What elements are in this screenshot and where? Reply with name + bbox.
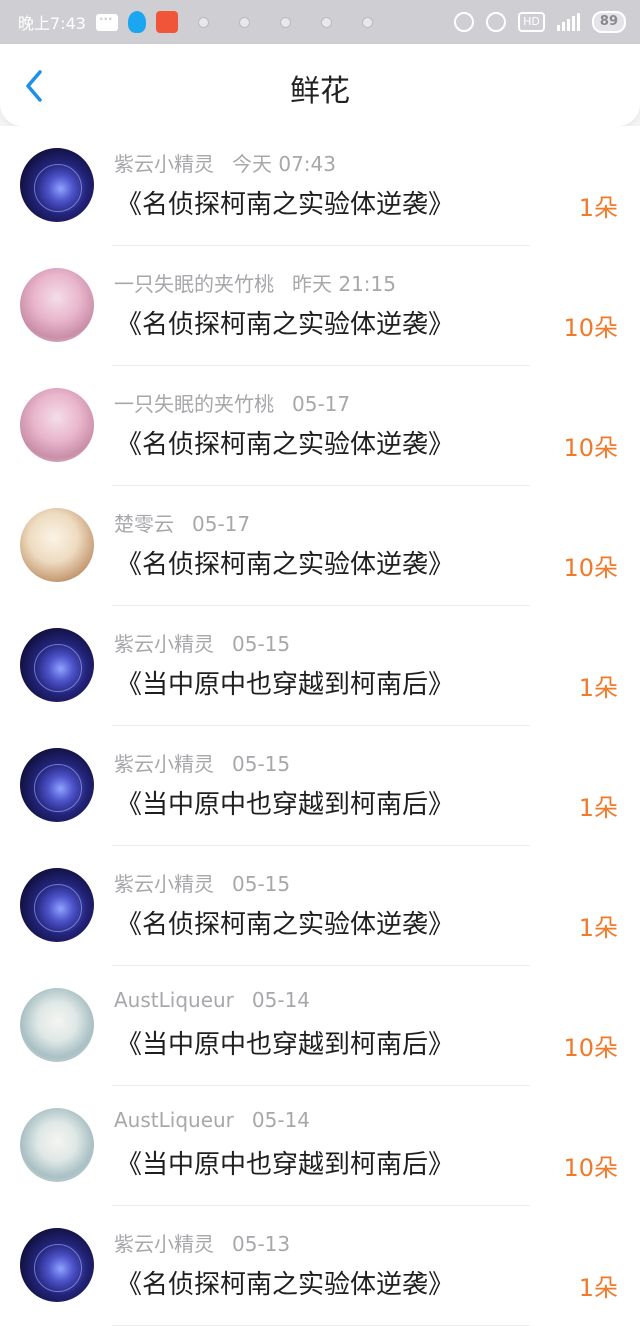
avatar xyxy=(20,868,94,942)
list-item[interactable]: AustLiqueur 05-14 《当中原中也穿越到柯南后》 10朵 xyxy=(0,966,640,1086)
alarm-icon xyxy=(486,12,507,32)
user-name: 紫云小精灵 xyxy=(114,872,214,896)
avatar xyxy=(20,748,94,822)
book-title: 《当中原中也穿越到柯南后》 xyxy=(116,1150,455,1180)
avatar xyxy=(20,508,94,582)
notification-dot-icon xyxy=(361,16,373,28)
record-time: 今天 07:43 xyxy=(232,152,336,176)
flower-amount: 1朵 xyxy=(578,194,618,222)
flower-amount: 10朵 xyxy=(563,1154,618,1182)
list-item[interactable]: 紫云小精灵 05-15 《当中原中也穿越到柯南后》 1朵 xyxy=(0,606,640,726)
flower-amount: 10朵 xyxy=(563,1034,618,1062)
notification-dot-icon xyxy=(279,16,291,28)
record-time: 05-15 xyxy=(232,752,291,776)
book-title: 《名侦探柯南之实验体逆袭》 xyxy=(116,310,455,340)
book-title: 《名侦探柯南之实验体逆袭》 xyxy=(116,550,455,580)
avatar xyxy=(20,628,94,702)
book-title: 《当中原中也穿越到柯南后》 xyxy=(116,1030,455,1060)
list-item[interactable]: 一只失眠的夹竹桃 05-17 《名侦探柯南之实验体逆袭》 10朵 xyxy=(0,366,640,486)
signal-icon xyxy=(556,13,580,31)
record-time: 05-14 xyxy=(251,1108,311,1132)
app-notification-icon xyxy=(155,11,178,33)
record-time: 05-13 xyxy=(232,1232,291,1256)
flower-amount: 1朵 xyxy=(578,794,618,822)
user-name: 紫云小精灵 xyxy=(114,632,214,656)
qq-icon xyxy=(127,11,146,33)
list-item[interactable]: 紫云小精灵 05-13 《名侦探柯南之实验体逆袭》 1朵 xyxy=(0,1206,640,1326)
avatar xyxy=(20,268,94,342)
user-name: 一只失眠的夹竹桃 xyxy=(114,272,274,296)
record-time: 昨天 21:15 xyxy=(292,272,396,296)
avatar xyxy=(20,388,94,462)
list-item[interactable]: 紫云小精灵 今天 07:43 《名侦探柯南之实验体逆袭》 1朵 xyxy=(0,126,640,246)
book-title: 《名侦探柯南之实验体逆袭》 xyxy=(116,910,455,940)
nav-bar: 鲜花 xyxy=(0,44,640,126)
book-title: 《当中原中也穿越到柯南后》 xyxy=(116,670,455,700)
message-icon xyxy=(95,12,118,31)
hd-badge: HD xyxy=(518,12,545,32)
flower-amount: 10朵 xyxy=(563,554,618,582)
list-item[interactable]: 楚零云 05-17 《名侦探柯南之实验体逆袭》 10朵 xyxy=(0,486,640,606)
battery-indicator: 89 xyxy=(591,11,626,33)
flower-amount: 10朵 xyxy=(563,314,618,342)
status-bar: 晚上7:43 HD 89 xyxy=(0,0,640,44)
list-item[interactable]: 紫云小精灵 05-15 《当中原中也穿越到柯南后》 1朵 xyxy=(0,726,640,846)
notification-dot-icon xyxy=(320,16,332,28)
record-time: 05-17 xyxy=(192,512,251,536)
page-title: 鲜花 xyxy=(290,74,350,109)
user-name: 紫云小精灵 xyxy=(114,752,214,776)
avatar xyxy=(20,988,94,1062)
flower-amount: 1朵 xyxy=(578,1274,618,1302)
mute-icon xyxy=(454,12,475,32)
list-item[interactable]: AustLiqueur 05-14 《当中原中也穿越到柯南后》 10朵 xyxy=(0,1086,640,1206)
flower-amount: 10朵 xyxy=(563,434,618,462)
user-name: AustLiqueur xyxy=(114,1108,234,1132)
status-time: 晚上7:43 xyxy=(18,14,86,33)
flower-amount: 1朵 xyxy=(578,674,618,702)
record-time: 05-17 xyxy=(292,392,351,416)
list-item[interactable]: 一只失眠的夹竹桃 昨天 21:15 《名侦探柯南之实验体逆袭》 10朵 xyxy=(0,246,640,366)
book-title: 《名侦探柯南之实验体逆袭》 xyxy=(116,430,455,460)
user-name: 楚零云 xyxy=(114,512,174,536)
user-name: AustLiqueur xyxy=(114,988,234,1012)
list-item[interactable]: 紫云小精灵 05-15 《名侦探柯南之实验体逆袭》 1朵 xyxy=(0,846,640,966)
flower-record-list: 紫云小精灵 今天 07:43 《名侦探柯南之实验体逆袭》 1朵 一只失眠的夹竹桃昨… xyxy=(0,126,640,1326)
record-time: 05-15 xyxy=(232,872,291,896)
notification-dot-icon xyxy=(197,16,209,28)
record-time: 05-15 xyxy=(232,632,291,656)
user-name: 紫云小精灵 xyxy=(114,152,214,176)
record-time: 05-14 xyxy=(251,988,311,1012)
book-title: 《当中原中也穿越到柯南后》 xyxy=(116,790,455,820)
user-name: 紫云小精灵 xyxy=(114,1232,214,1256)
flower-amount: 1朵 xyxy=(578,914,618,942)
user-name: 一只失眠的夹竹桃 xyxy=(114,392,274,416)
book-title: 《名侦探柯南之实验体逆袭》 xyxy=(116,190,455,220)
avatar xyxy=(20,1108,94,1182)
notification-dot-icon xyxy=(238,16,250,28)
avatar xyxy=(20,148,94,222)
avatar xyxy=(20,1228,94,1302)
book-title: 《名侦探柯南之实验体逆袭》 xyxy=(116,1270,455,1300)
